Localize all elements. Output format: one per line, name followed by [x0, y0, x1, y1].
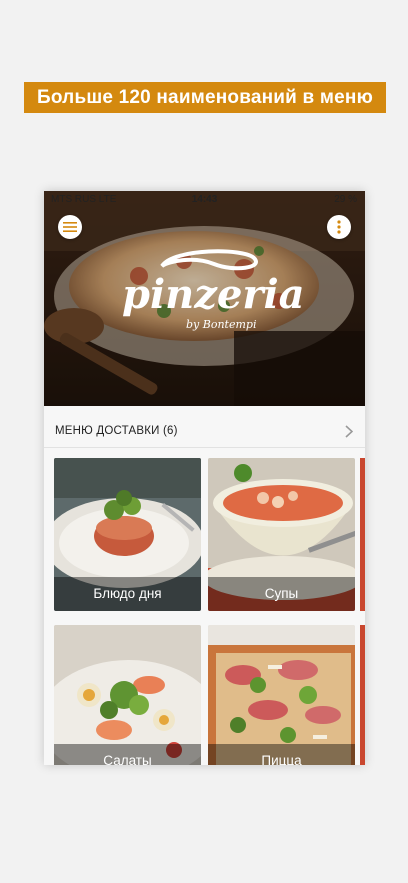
logo-subtitle: by Bontempi — [186, 318, 256, 331]
hamburger-icon — [63, 222, 77, 232]
category-tile-dish-of-day[interactable]: Блюдо дня — [54, 458, 201, 611]
more-vertical-icon — [337, 220, 341, 234]
pinzeria-logo: pinzeria by Bontempi — [122, 249, 304, 331]
next-tile-peek — [360, 458, 365, 611]
phone-screen: MTS RUS LTE 14:43 29 % pinzeria by Bonte… — [44, 191, 365, 765]
category-label: Салаты — [54, 744, 201, 765]
category-tile-pizza[interactable]: Пицца — [208, 625, 355, 765]
delivery-menu-title: МЕНЮ ДОСТАВКИ (6) — [55, 425, 178, 437]
menu-button[interactable] — [58, 215, 82, 239]
next-tile-peek — [360, 625, 365, 765]
more-options-button[interactable] — [327, 215, 351, 239]
battery-label: 29 % — [334, 194, 357, 205]
delivery-menu-row[interactable]: МЕНЮ ДОСТАВКИ (6) — [44, 417, 365, 448]
status-bar: MTS RUS LTE 14:43 29 % — [44, 191, 365, 209]
category-label: Супы — [208, 577, 355, 611]
category-label: Пицца — [208, 744, 355, 765]
category-tile-soups[interactable]: Супы — [208, 458, 355, 611]
category-tile-salads[interactable]: Салаты — [54, 625, 201, 765]
chevron-right-icon — [345, 425, 353, 438]
category-label: Блюдо дня — [54, 577, 201, 611]
logo-word: pinzeria — [122, 271, 304, 318]
promo-banner: Больше 120 наименований в меню — [24, 82, 386, 113]
hero-banner: MTS RUS LTE 14:43 29 % pinzeria by Bonte… — [44, 191, 365, 406]
clock: 14:43 — [191, 194, 218, 205]
